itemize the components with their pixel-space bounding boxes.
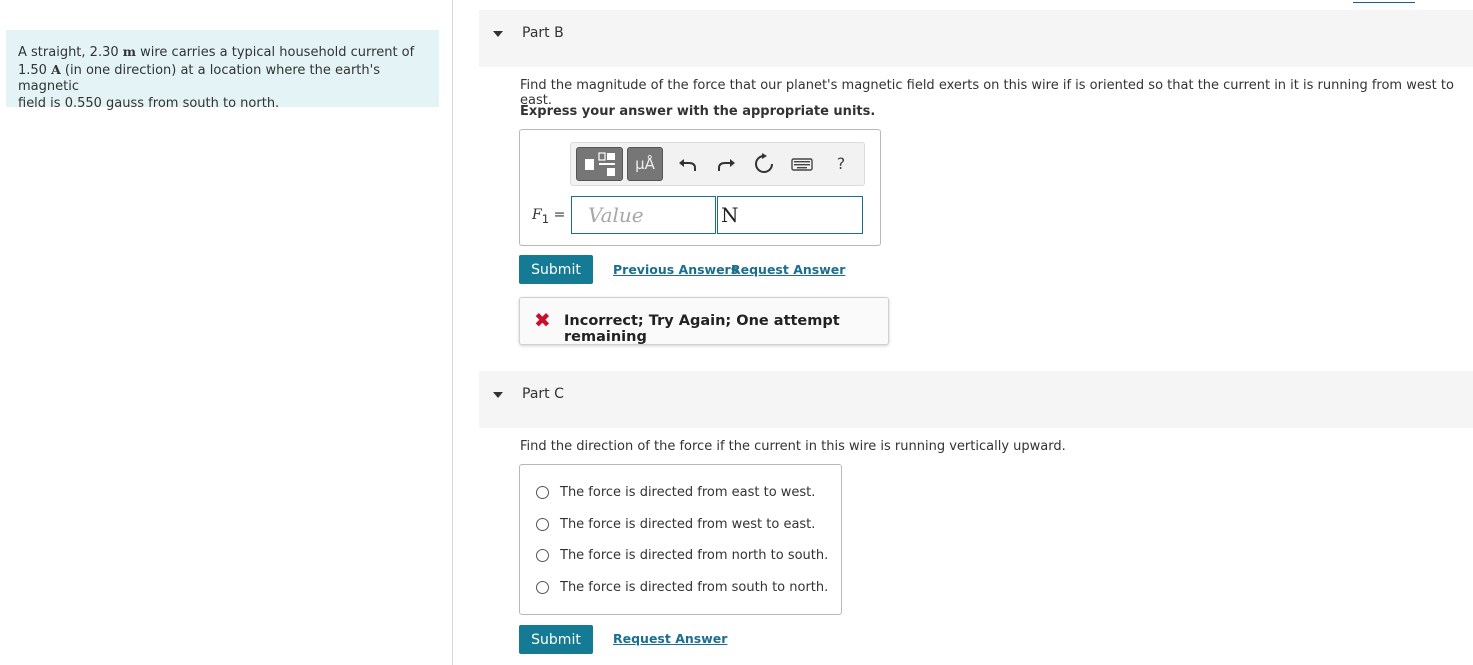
collapse-caret-icon[interactable]: [493, 31, 503, 37]
variable-label: F1 =: [532, 207, 565, 226]
variable-subscript: 1: [541, 211, 550, 226]
value-input[interactable]: [571, 196, 716, 234]
unit-input[interactable]: [717, 196, 863, 234]
part-b-header[interactable]: Part B: [479, 10, 1473, 67]
problem-text-4: (in one direction) at a location where t…: [18, 62, 380, 95]
problem-text-3: 1.50: [18, 62, 52, 78]
feedback-panel: ✖ Incorrect; Try Again; One attempt rema…: [519, 297, 889, 345]
part-b-request-answer-link[interactable]: Request Answer: [731, 262, 845, 277]
templates-button[interactable]: [576, 147, 623, 181]
redo-icon[interactable]: [713, 151, 739, 177]
part-b-title: Part B: [522, 25, 564, 41]
choice-label: The force is directed from south to nort…: [560, 580, 829, 595]
unit-ampere: A: [51, 61, 61, 77]
units-button[interactable]: μÅ: [627, 147, 663, 181]
part-c-request-answer-link[interactable]: Request Answer: [613, 631, 727, 646]
equals-sign: =: [553, 207, 566, 223]
choice-label: The force is directed from east to west.: [560, 485, 816, 500]
part-b-instruction: Express your answer with the appropriate…: [520, 104, 876, 119]
choice-label: The force is directed from north to sout…: [560, 548, 829, 563]
panel-divider: [452, 0, 453, 665]
reset-icon[interactable]: [751, 151, 777, 177]
problem-text-2: wire carries a typical household current…: [135, 45, 415, 60]
constants-link-fragment[interactable]: [1353, 0, 1415, 3]
unit-meter: m: [122, 44, 136, 59]
radio-button[interactable]: [536, 581, 549, 594]
part-c-prompt: Find the direction of the force if the c…: [520, 439, 1066, 454]
problem-text-5: field is 0.550 gauss from south to north…: [18, 95, 280, 111]
math-toolbar: μÅ ?: [570, 142, 865, 186]
keyboard-icon[interactable]: [789, 151, 815, 177]
part-c-submit-button[interactable]: Submit: [519, 625, 593, 654]
part-c-title: Part C: [522, 386, 564, 402]
radio-button[interactable]: [536, 549, 549, 562]
choice-label: The force is directed from west to east.: [560, 517, 816, 532]
problem-text-1: A straight, 2.30: [18, 45, 123, 60]
incorrect-x-icon: ✖: [534, 308, 551, 332]
part-b-submit-button[interactable]: Submit: [519, 255, 593, 284]
feedback-message: Incorrect; Try Again; One attempt remain…: [564, 313, 840, 345]
help-button[interactable]: ?: [828, 151, 854, 177]
collapse-caret-icon[interactable]: [493, 392, 503, 398]
radio-button[interactable]: [536, 486, 549, 499]
part-c-header[interactable]: Part C: [479, 371, 1473, 428]
templates-icon: [585, 152, 615, 176]
problem-statement: A straight, 2.30 m wire carries a typica…: [6, 30, 439, 111]
variable-base: F: [532, 207, 542, 223]
radio-button[interactable]: [536, 518, 549, 531]
previous-answers-link[interactable]: Previous Answers: [613, 262, 738, 277]
undo-icon[interactable]: [675, 151, 701, 177]
